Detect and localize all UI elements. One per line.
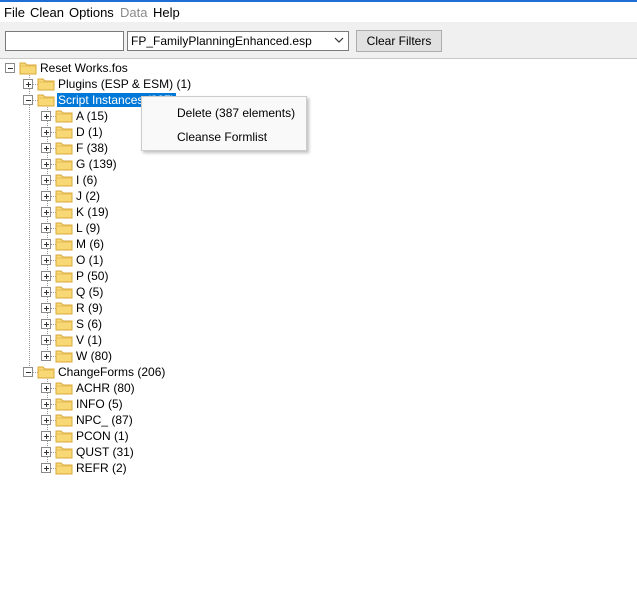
folder-icon xyxy=(55,461,73,478)
tree-node-label: ACHR (80) xyxy=(76,381,135,395)
tree-node-label: K (19) xyxy=(76,205,109,219)
collapse-icon[interactable] xyxy=(23,95,33,105)
tree-node-label: A (15) xyxy=(76,109,109,123)
expand-icon[interactable] xyxy=(41,159,51,169)
tree-node-script-group[interactable]: O (1) xyxy=(0,252,637,268)
tree-node-script-group[interactable]: L (9) xyxy=(0,220,637,236)
tree-node-label: M (6) xyxy=(76,237,104,251)
tree-node-label: P (50) xyxy=(76,269,109,283)
filter-input[interactable] xyxy=(5,31,124,51)
expand-icon[interactable] xyxy=(41,351,51,361)
filter-toolbar: FP_FamilyPlanningEnhanced.esp Clear Filt… xyxy=(0,22,637,58)
tree-node-label: G (139) xyxy=(76,157,117,171)
tree-node-script-group[interactable]: F (38) xyxy=(0,140,637,156)
tree-node-label: D (1) xyxy=(76,125,103,139)
tree-node-script-group[interactable]: A (15) xyxy=(0,108,637,124)
expand-icon[interactable] xyxy=(41,271,51,281)
tree-node-script-group[interactable]: R (9) xyxy=(0,300,637,316)
tree-node-label: W (80) xyxy=(76,349,112,363)
menu-help[interactable]: Help xyxy=(153,5,180,21)
tree-node-label: O (1) xyxy=(76,253,104,267)
tree-node-script-group[interactable]: G (139) xyxy=(0,156,637,172)
tree-node-change-form-type[interactable]: PCON (1) xyxy=(0,428,637,444)
tree-node-label: ChangeForms (206) xyxy=(58,365,166,379)
tree-node-script-group[interactable]: K (19) xyxy=(0,204,637,220)
tree-node-label: Plugins (ESP & ESM) (1) xyxy=(58,77,192,91)
tree-node-script-group[interactable]: W (80) xyxy=(0,348,637,364)
expand-icon[interactable] xyxy=(41,143,51,153)
tree-node-script-group[interactable]: Q (5) xyxy=(0,284,637,300)
tree-node-label: NPC_ (87) xyxy=(76,413,133,427)
tree-node-script-group[interactable]: M (6) xyxy=(0,236,637,252)
tree-node-change-form-type[interactable]: REFR (2) xyxy=(0,460,637,476)
expand-icon[interactable] xyxy=(41,415,51,425)
expand-icon[interactable] xyxy=(41,127,51,137)
menu-options[interactable]: Options xyxy=(69,5,114,21)
context-delete-item[interactable]: Delete (387 elements) xyxy=(177,105,295,121)
expand-icon[interactable] xyxy=(41,207,51,217)
collapse-icon[interactable] xyxy=(23,367,33,377)
tree-node-label: L (9) xyxy=(76,221,101,235)
tree-node-script-group[interactable]: I (6) xyxy=(0,172,637,188)
collapse-icon[interactable] xyxy=(5,63,15,73)
save-tree-view[interactable]: Reset Works.fos Plugins (ESP & ESM) (1) Sc… xyxy=(0,58,637,599)
clear-filters-button[interactable]: Clear Filters xyxy=(356,30,442,52)
tree-node-script-group[interactable]: P (50) xyxy=(0,268,637,284)
tree-node-change-forms[interactable]: ChangeForms (206) xyxy=(0,364,637,380)
tree-node-label: V (1) xyxy=(76,333,103,347)
tree-node-label: QUST (31) xyxy=(76,445,134,459)
expand-icon[interactable] xyxy=(41,239,51,249)
tree-node-change-form-type[interactable]: INFO (5) xyxy=(0,396,637,412)
tree-node-script-instances[interactable]: Script Instances (387) xyxy=(0,92,637,108)
expand-icon[interactable] xyxy=(41,191,51,201)
expand-icon[interactable] xyxy=(41,255,51,265)
tree-node-label: R (9) xyxy=(76,301,103,315)
tree-node-label: I (6) xyxy=(76,173,98,187)
menu-file[interactable]: File xyxy=(4,5,25,21)
tree-node-script-group[interactable]: S (6) xyxy=(0,316,637,332)
tree-node-label: Reset Works.fos xyxy=(40,61,128,75)
tree-node-plugins[interactable]: Plugins (ESP & ESM) (1) xyxy=(0,76,637,92)
plugin-select[interactable]: FP_FamilyPlanningEnhanced.esp xyxy=(127,31,349,51)
tree-node-label: J (2) xyxy=(76,189,100,203)
tree-node-label: F (38) xyxy=(76,141,109,155)
menu-clean[interactable]: Clean xyxy=(30,5,64,21)
expand-icon[interactable] xyxy=(41,447,51,457)
expand-icon[interactable] xyxy=(41,223,51,233)
tree-node-script-group[interactable]: V (1) xyxy=(0,332,637,348)
tree-node-label: S (6) xyxy=(76,317,103,331)
tree-node-change-form-type[interactable]: QUST (31) xyxy=(0,444,637,460)
expand-icon[interactable] xyxy=(41,335,51,345)
menu-bar: File Clean Options Data Help xyxy=(0,2,637,22)
expand-icon[interactable] xyxy=(41,303,51,313)
tree-node-script-group[interactable]: D (1) xyxy=(0,124,637,140)
expand-icon[interactable] xyxy=(41,383,51,393)
expand-icon[interactable] xyxy=(41,175,51,185)
tree-node-script-group[interactable]: J (2) xyxy=(0,188,637,204)
expand-icon[interactable] xyxy=(23,79,33,89)
tree-node-root[interactable]: Reset Works.fos xyxy=(0,60,637,76)
context-menu: Delete (387 elements) Cleanse Formlist xyxy=(141,96,307,151)
context-cleanse-formlist-item[interactable]: Cleanse Formlist xyxy=(177,129,267,145)
expand-icon[interactable] xyxy=(41,111,51,121)
tree-node-label: PCON (1) xyxy=(76,429,129,443)
chevron-down-icon xyxy=(334,37,344,43)
plugin-select-value: FP_FamilyPlanningEnhanced.esp xyxy=(131,34,312,48)
expand-icon[interactable] xyxy=(41,319,51,329)
expand-icon[interactable] xyxy=(41,431,51,441)
menu-data: Data xyxy=(120,5,148,20)
tree-node-label: REFR (2) xyxy=(76,461,127,475)
expand-icon[interactable] xyxy=(41,287,51,297)
expand-icon[interactable] xyxy=(41,399,51,409)
tree-node-change-form-type[interactable]: ACHR (80) xyxy=(0,380,637,396)
tree-node-label: Q (5) xyxy=(76,285,104,299)
tree-node-change-form-type[interactable]: NPC_ (87) xyxy=(0,412,637,428)
tree-node-label: INFO (5) xyxy=(76,397,123,411)
expand-icon[interactable] xyxy=(41,463,51,473)
